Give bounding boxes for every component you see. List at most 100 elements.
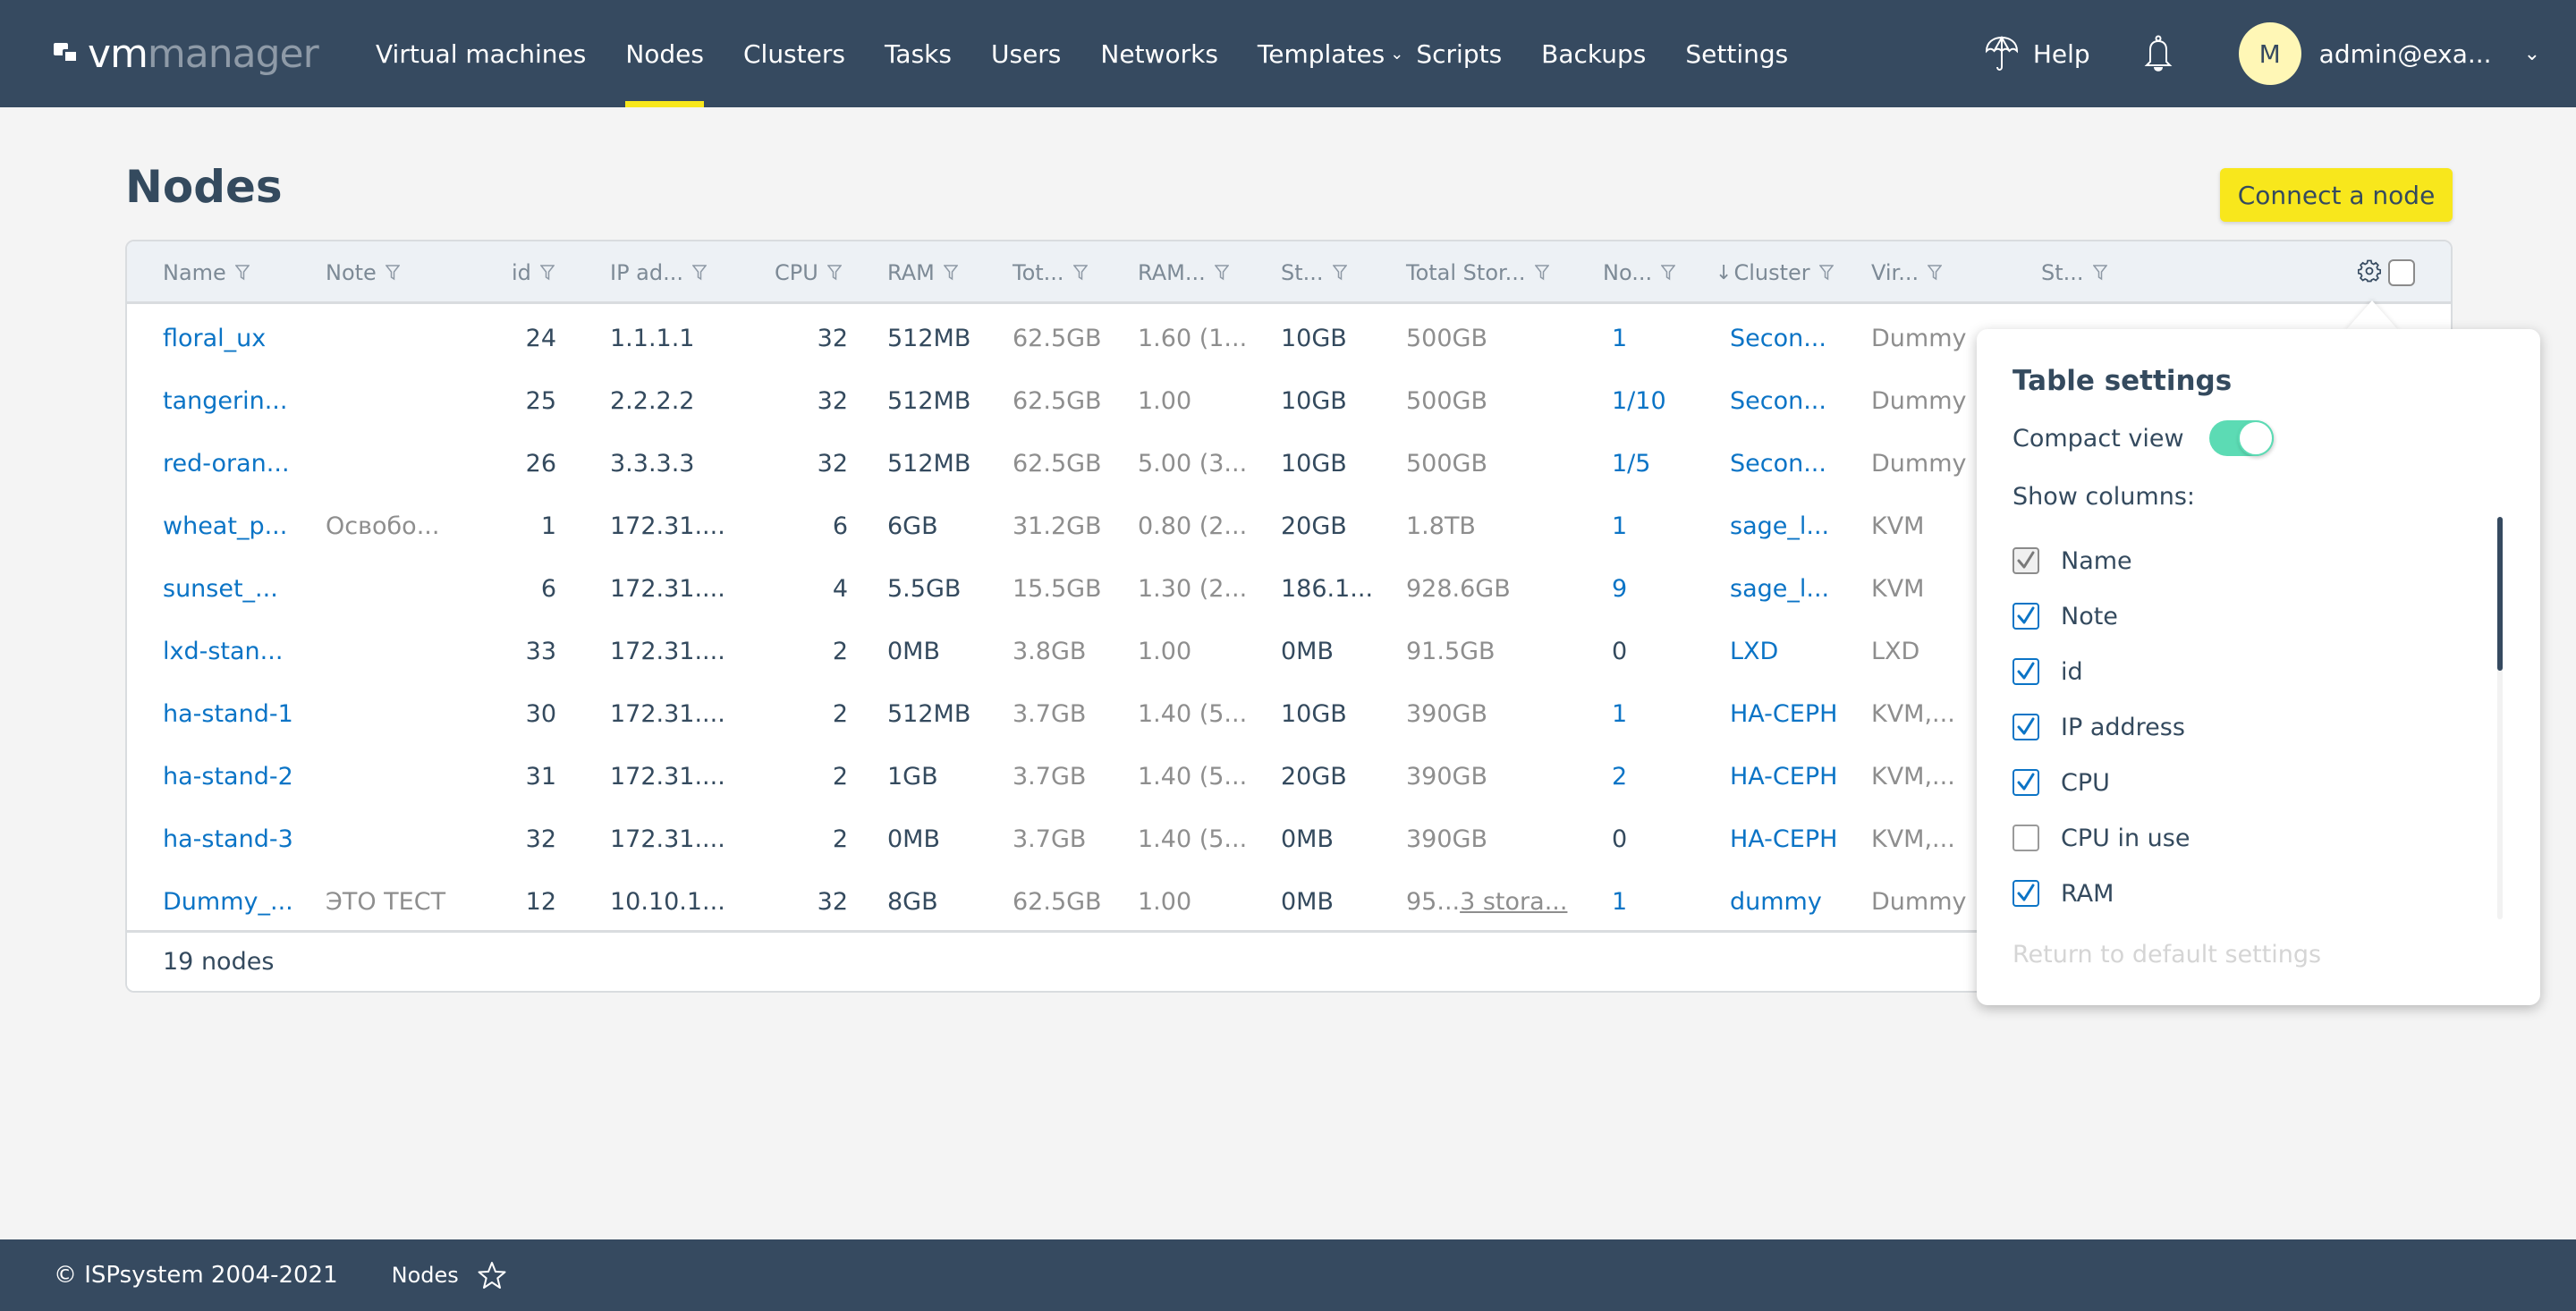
cell-cluster[interactable]: HA-CEPH	[1730, 745, 1855, 808]
column-header-total_ram[interactable]: Tot...	[1013, 241, 1088, 304]
column-header-id[interactable]: id	[512, 241, 555, 304]
filter-icon[interactable]	[1214, 265, 1229, 281]
cell-cluster[interactable]: LXD	[1730, 620, 1855, 682]
checkbox[interactable]	[2012, 880, 2039, 907]
filter-icon[interactable]	[692, 265, 708, 281]
checkbox[interactable]	[2012, 658, 2039, 685]
column-header-ip[interactable]: IP ad...	[610, 241, 708, 304]
column-header-status[interactable]: St...	[2041, 241, 2107, 304]
cell-vms[interactable]: 0	[1612, 808, 1701, 870]
column-header-ram[interactable]: RAM	[887, 241, 958, 304]
cell-ip: 172.31....	[610, 637, 725, 665]
checkbox[interactable]	[2012, 603, 2039, 630]
cell-name[interactable]: wheat_p...	[163, 495, 315, 557]
filter-icon[interactable]	[1661, 265, 1676, 281]
cell-vms[interactable]: 1	[1612, 870, 1701, 933]
cell-name[interactable]: ha-stand-3	[163, 808, 315, 870]
cell-cluster[interactable]: sage_l...	[1730, 557, 1855, 620]
column-header-virt[interactable]: Vir...	[1871, 241, 1943, 304]
return-default-button[interactable]: Return to default settings	[2012, 941, 2321, 968]
cell-name[interactable]: lxd-stan...	[163, 620, 315, 682]
column-toggle-note[interactable]: Note	[2012, 588, 2478, 644]
scrollbar-thumb[interactable]	[2497, 517, 2503, 671]
filter-icon[interactable]	[1818, 265, 1834, 281]
cell-vms[interactable]: 1	[1612, 682, 1701, 745]
checkbox[interactable]	[2012, 825, 2039, 851]
cell-name[interactable]: tangerin...	[163, 369, 315, 432]
checkbox[interactable]	[2012, 714, 2039, 740]
filter-icon[interactable]	[1332, 265, 1347, 281]
cell-cluster[interactable]: Secon...	[1730, 432, 1855, 495]
nav-nodes[interactable]: Nodes	[625, 0, 704, 107]
cell-cluster[interactable]: HA-CEPH	[1730, 682, 1855, 745]
cell-vms[interactable]: 9	[1612, 557, 1701, 620]
cell-vms[interactable]: 1	[1612, 495, 1701, 557]
column-header-total_storage[interactable]: Total Stor...	[1406, 241, 1549, 304]
cell-name[interactable]: sunset_...	[163, 557, 315, 620]
column-header-cpu[interactable]: CPU	[775, 241, 842, 304]
column-header-name[interactable]: Name	[163, 241, 250, 304]
select-all-checkbox[interactable]	[2388, 259, 2415, 286]
cell-vms[interactable]: 1/10	[1612, 369, 1701, 432]
filter-icon[interactable]	[826, 265, 842, 281]
checkbox[interactable]	[2012, 769, 2039, 796]
column-header-cluster[interactable]: ↓ Cluster	[1716, 241, 1834, 304]
avatar[interactable]: M	[2238, 22, 2301, 85]
cell-name[interactable]: ha-stand-2	[163, 745, 315, 808]
column-toggle-cpu-in-use[interactable]: CPU in use	[2012, 810, 2478, 866]
filter-icon[interactable]	[1928, 265, 1943, 281]
column-toggle-ram[interactable]: RAM	[2012, 866, 2478, 921]
filter-icon[interactable]	[1534, 265, 1549, 281]
cell-name[interactable]: red-oran...	[163, 432, 315, 495]
nav-backups[interactable]: Backups	[1541, 0, 1646, 107]
nav-users[interactable]: Users	[991, 0, 1061, 107]
nav-clusters[interactable]: Clusters	[743, 0, 845, 107]
nav-tasks[interactable]: Tasks	[885, 0, 952, 107]
column-header-vms[interactable]: No...	[1603, 241, 1676, 304]
column-header-ram_ratio[interactable]: RAM...	[1138, 241, 1229, 304]
star-icon[interactable]	[477, 1260, 507, 1290]
cell-cluster[interactable]: dummy	[1730, 870, 1855, 933]
compact-view-toggle[interactable]	[2209, 420, 2274, 456]
notifications-button[interactable]	[2144, 35, 2173, 72]
nav-templates[interactable]: Templates ⌄	[1258, 0, 1403, 107]
cell-name[interactable]: ha-stand-1	[163, 682, 315, 745]
cell-name[interactable]: floral_ux	[163, 307, 315, 369]
cell-cpu: 32	[817, 386, 848, 415]
column-toggle-ip-address[interactable]: IP address	[2012, 699, 2478, 755]
cell-total-ram: 62.5GB	[1013, 386, 1102, 415]
storage-link[interactable]: 3 stora...	[1460, 888, 1567, 916]
cell-cluster[interactable]: sage_l...	[1730, 495, 1855, 557]
column-toggle-cpu[interactable]: CPU	[2012, 755, 2478, 810]
filter-icon[interactable]	[2092, 265, 2107, 281]
cell-vms[interactable]: 1/5	[1612, 432, 1701, 495]
cell-vms[interactable]: 2	[1612, 745, 1701, 808]
cell-cluster[interactable]: HA-CEPH	[1730, 808, 1855, 870]
nav-scripts[interactable]: Scripts	[1416, 0, 1502, 107]
nav-virtual-machines[interactable]: Virtual machines	[376, 0, 586, 107]
user-name[interactable]: admin@exa...	[2319, 39, 2492, 69]
logo[interactable]: vm manager	[54, 31, 319, 77]
cell-cluster[interactable]: Secon...	[1730, 307, 1855, 369]
nav-settings[interactable]: Settings	[1685, 0, 1788, 107]
connect-node-button[interactable]: Connect a node	[2220, 168, 2453, 222]
gear-icon[interactable]	[2357, 259, 2382, 286]
cell-id: 32	[525, 825, 556, 853]
nav-networks[interactable]: Networks	[1100, 0, 1218, 107]
column-header-storage[interactable]: St...	[1281, 241, 1347, 304]
page-title: Nodes	[125, 161, 283, 213]
filter-icon[interactable]	[539, 265, 555, 281]
cell-name[interactable]: Dummy_...	[163, 870, 315, 933]
column-toggle-id[interactable]: id	[2012, 644, 2478, 699]
filter-icon[interactable]	[234, 265, 250, 281]
cell-vms[interactable]: 1	[1612, 307, 1701, 369]
cell-cluster[interactable]: Secon...	[1730, 369, 1855, 432]
help-link[interactable]: Help	[1985, 35, 2090, 72]
filter-icon[interactable]	[943, 265, 958, 281]
chevron-down-icon[interactable]: ⌄	[2524, 43, 2540, 65]
column-header-note[interactable]: Note	[326, 241, 400, 304]
cell-vms[interactable]: 0	[1612, 620, 1701, 682]
scrollbar[interactable]	[2497, 517, 2503, 919]
filter-icon[interactable]	[1072, 265, 1088, 281]
filter-icon[interactable]	[385, 265, 400, 281]
